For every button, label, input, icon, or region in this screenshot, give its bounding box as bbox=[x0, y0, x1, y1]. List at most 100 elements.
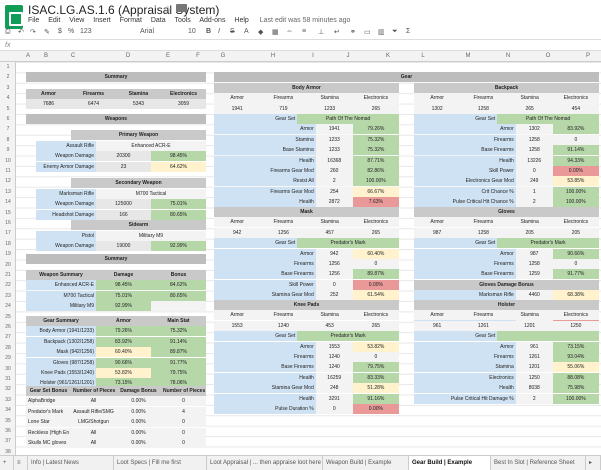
menu-tools[interactable]: Tools bbox=[174, 17, 190, 24]
column-header[interactable]: D bbox=[122, 53, 134, 59]
row-header[interactable]: 17 bbox=[0, 230, 16, 236]
weapon-value[interactable]: 19000 bbox=[96, 241, 151, 252]
column-header[interactable]: I bbox=[307, 53, 319, 59]
gear-attr-value[interactable]: 1259 bbox=[515, 269, 553, 280]
gear-attr-value[interactable]: 1233 bbox=[315, 134, 353, 145]
gear-attr-value[interactable]: 1240 bbox=[315, 362, 353, 373]
gear-attr-value[interactable]: 1256 bbox=[315, 259, 353, 269]
column-header[interactable]: L bbox=[417, 53, 429, 59]
strikethrough-icon[interactable]: S bbox=[230, 28, 235, 35]
summary-firearms[interactable]: 6474 bbox=[71, 99, 116, 109]
gear-set-select[interactable] bbox=[497, 331, 599, 342]
merge-icon[interactable]: ⇔ bbox=[286, 28, 293, 35]
gear-stat-value[interactable]: 457 bbox=[306, 227, 353, 238]
row-header[interactable]: 20 bbox=[0, 262, 16, 268]
weapon-select[interactable]: Enhanced ACR-E bbox=[96, 141, 206, 151]
gear-attr-value[interactable]: 1258 bbox=[515, 259, 553, 269]
chart-icon[interactable]: ▥ bbox=[378, 28, 385, 36]
gear-attr-value[interactable]: 16259 bbox=[315, 372, 353, 383]
row-header[interactable]: 9 bbox=[0, 147, 16, 153]
menu-addons[interactable]: Add-ons bbox=[199, 17, 225, 24]
bold-icon[interactable]: B bbox=[206, 28, 211, 35]
column-header[interactable]: O bbox=[542, 53, 554, 59]
gear-attr-value[interactable]: 2 bbox=[315, 176, 353, 187]
row-header[interactable]: 4 bbox=[0, 95, 16, 101]
column-header[interactable]: P bbox=[582, 53, 594, 59]
gear-set-select[interactable]: Predator's Mark bbox=[497, 238, 599, 249]
weapon-value[interactable]: 20300 bbox=[96, 151, 151, 162]
summary-stamina[interactable]: 5343 bbox=[116, 99, 161, 109]
gear-stat-value[interactable]: 1261 bbox=[460, 320, 507, 331]
menu-file[interactable]: File bbox=[28, 17, 39, 24]
gear-set-select[interactable]: Path Of The Nomad bbox=[297, 114, 399, 124]
gear-stat-value[interactable]: 942 bbox=[214, 227, 261, 238]
text-color-icon[interactable]: A bbox=[244, 28, 249, 35]
gear-stat-value[interactable]: 1233 bbox=[306, 103, 353, 114]
row-header[interactable]: 3 bbox=[0, 85, 16, 91]
column-header[interactable]: M bbox=[462, 53, 474, 59]
gear-stat-value[interactable]: 1258 bbox=[460, 227, 507, 238]
column-header[interactable]: H bbox=[267, 53, 279, 59]
add-sheet-icon[interactable]: + bbox=[0, 456, 14, 470]
folder-icon[interactable] bbox=[176, 4, 187, 12]
weapon-value[interactable]: 125000 bbox=[96, 199, 151, 210]
weapon-select[interactable]: Military M9 bbox=[96, 231, 206, 241]
tab-gear-build[interactable]: Gear Build | Example bbox=[409, 456, 491, 470]
gear-attr-value[interactable]: 1233 bbox=[315, 145, 353, 156]
row-header[interactable]: 35 bbox=[0, 418, 16, 424]
gloves-bonus-value[interactable]: 4460 bbox=[515, 290, 553, 301]
gear-stat-value[interactable]: 453 bbox=[306, 320, 353, 331]
column-header[interactable]: J bbox=[342, 53, 354, 59]
gear-attr-value[interactable]: 942 bbox=[315, 248, 353, 259]
gear-attr-value[interactable]: 1258 bbox=[515, 134, 553, 145]
menu-edit[interactable]: Edit bbox=[48, 17, 60, 24]
row-header[interactable]: 24 bbox=[0, 303, 16, 309]
currency-icon[interactable]: $ bbox=[58, 28, 62, 35]
row-header[interactable]: 2 bbox=[0, 74, 16, 80]
gear-attr-value[interactable]: 13226 bbox=[515, 155, 553, 166]
column-header[interactable]: G bbox=[217, 53, 229, 59]
gear-attr-value[interactable]: 249 bbox=[515, 176, 553, 187]
row-header[interactable]: 19 bbox=[0, 251, 16, 257]
row-header[interactable]: 15 bbox=[0, 210, 16, 216]
weapon-value[interactable]: 166 bbox=[96, 209, 151, 220]
gear-attr-value[interactable]: 252 bbox=[315, 290, 353, 301]
column-header[interactable]: K bbox=[382, 53, 394, 59]
gear-attr-value[interactable]: 248 bbox=[315, 383, 353, 394]
tab-info[interactable]: Info | Latest News bbox=[28, 456, 114, 470]
gear-attr-value[interactable]: 1553 bbox=[315, 341, 353, 352]
gear-stat-value[interactable]: 265 bbox=[506, 103, 553, 114]
tab-loot-specs[interactable]: Loot Specs | Fill me first bbox=[114, 456, 207, 470]
row-header[interactable]: 28 bbox=[0, 345, 16, 351]
gear-stat-value[interactable]: 1256 bbox=[260, 227, 307, 238]
zoom-select[interactable]: 123 bbox=[80, 28, 92, 35]
redo-icon[interactable]: ↷ bbox=[30, 28, 36, 36]
gear-attr-value[interactable]: 1240 bbox=[315, 352, 353, 362]
gear-attr-value[interactable]: 0 bbox=[315, 404, 353, 414]
gear-set-select[interactable]: Predator's Mark bbox=[297, 238, 399, 249]
comment-icon[interactable]: ▭ bbox=[364, 28, 371, 36]
gear-stat-value[interactable]: 961 bbox=[414, 320, 461, 331]
row-header[interactable]: 7 bbox=[0, 126, 16, 132]
gear-attr-value[interactable]: 3291 bbox=[315, 393, 353, 404]
gear-stat-value[interactable]: 1553 bbox=[214, 320, 261, 331]
fill-color-icon[interactable]: ◆ bbox=[258, 28, 263, 36]
formula-bar[interactable]: fx bbox=[0, 41, 601, 51]
column-header[interactable]: B bbox=[40, 53, 52, 59]
wrap-icon[interactable]: ↵ bbox=[334, 28, 340, 36]
row-header[interactable]: 29 bbox=[0, 355, 16, 361]
row-header[interactable]: 33 bbox=[0, 397, 16, 403]
row-header[interactable]: 1 bbox=[0, 64, 16, 70]
row-header[interactable]: 21 bbox=[0, 272, 16, 278]
row-header[interactable]: 37 bbox=[0, 438, 16, 444]
row-header[interactable]: 26 bbox=[0, 324, 16, 330]
row-header[interactable]: 13 bbox=[0, 189, 16, 195]
gear-stat-value[interactable]: 205 bbox=[552, 227, 599, 238]
gear-stat-value[interactable]: 1941 bbox=[214, 103, 261, 114]
gear-attr-value[interactable]: 1941 bbox=[315, 124, 353, 135]
tab-loot-appraisal[interactable]: Loot Appraisal | ... then appraise loot … bbox=[207, 456, 323, 470]
gear-attr-value[interactable]: 8038 bbox=[515, 383, 553, 394]
row-header[interactable]: 12 bbox=[0, 178, 16, 184]
gear-attr-value[interactable]: 961 bbox=[515, 341, 553, 352]
gear-attr-value[interactable]: 0 bbox=[315, 279, 353, 290]
